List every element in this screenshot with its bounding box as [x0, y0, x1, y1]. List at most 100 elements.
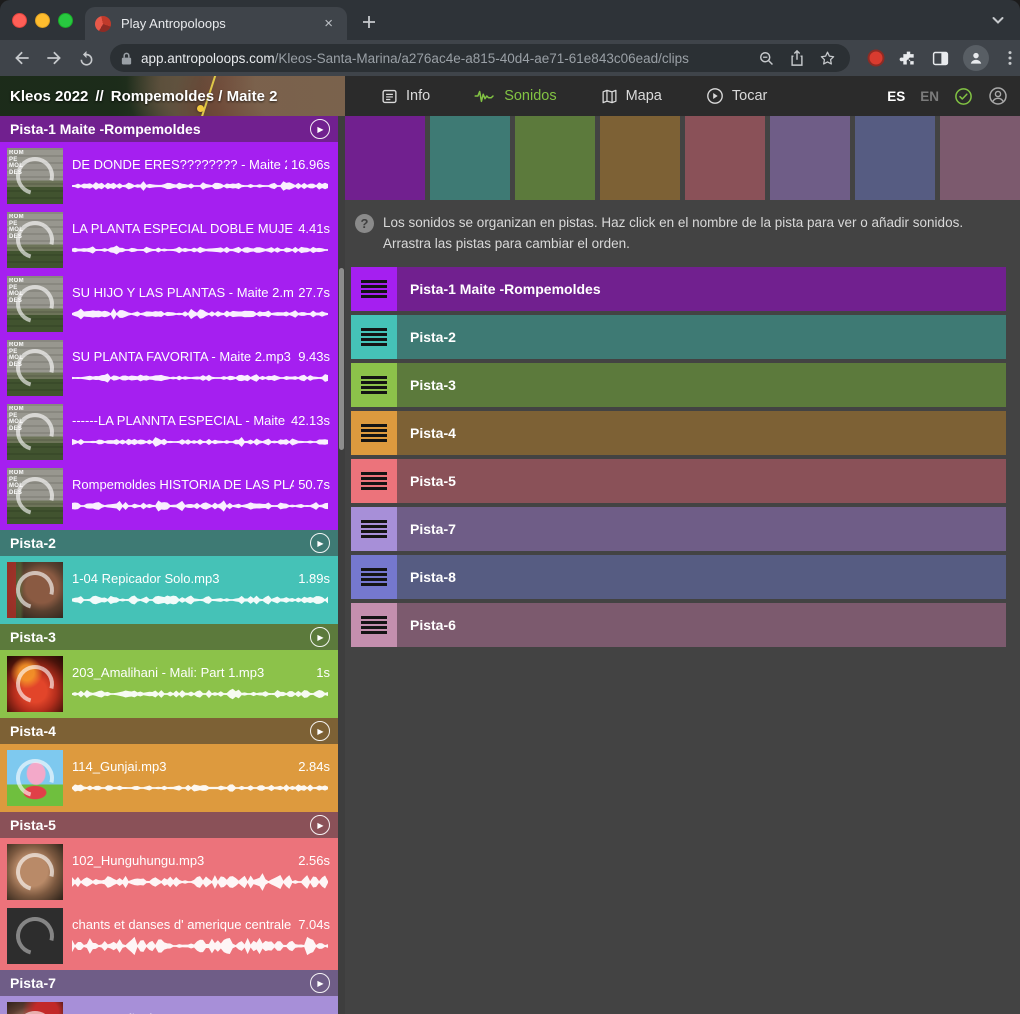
tab-info[interactable]: Info — [359, 76, 452, 116]
track-play-icon[interactable]: ▶ — [310, 973, 330, 993]
lang-en-button[interactable]: EN — [920, 89, 939, 104]
thumbnail-label: ROM PE MOL DES — [9, 470, 24, 496]
clip-item[interactable]: ROM PE MOL DES SU PLANTA FAVORITA - Mait… — [0, 336, 338, 400]
clip-item[interactable]: ROM PE MOL DES ------LA PLANNTA ESPECIAL… — [0, 400, 338, 464]
clip-item[interactable]: Las castañuelas3.13s — [0, 998, 338, 1014]
tab-tocar[interactable]: Tocar — [684, 76, 789, 116]
track-play-icon[interactable]: ▶ — [310, 627, 330, 647]
back-arrow-icon — [12, 48, 32, 68]
waveform — [72, 496, 330, 516]
help-icon[interactable]: ? — [355, 214, 374, 233]
track-header[interactable]: Pista-4 ▶ — [0, 718, 338, 744]
share-icon[interactable] — [789, 49, 805, 67]
check-circle-icon[interactable] — [954, 87, 973, 106]
clip-item[interactable]: chants et danses d' amerique centrale - … — [0, 904, 338, 968]
account-icon[interactable] — [988, 86, 1008, 106]
tab-sonidos[interactable]: Sonidos — [452, 76, 578, 116]
waveform — [72, 590, 330, 610]
bookmark-star-icon[interactable] — [819, 50, 836, 67]
forward-button[interactable] — [40, 44, 68, 72]
drag-handle[interactable] — [351, 267, 397, 311]
drag-handle-icon — [361, 472, 387, 490]
track-play-icon[interactable]: ▶ — [310, 533, 330, 553]
track-row-pista-3[interactable]: Pista-3 — [351, 363, 1006, 407]
drag-handle[interactable] — [351, 411, 397, 455]
clip-name: DE DONDE ERES???????? - Maite 2.mp3 — [72, 157, 287, 172]
breadcrumb-project[interactable]: Kleos 2022 — [10, 88, 88, 105]
tab-mapa[interactable]: Mapa — [579, 76, 684, 116]
window-controls — [0, 0, 85, 40]
minimize-window-button[interactable] — [35, 13, 50, 28]
track-row-label: Pista-6 — [397, 617, 456, 633]
clip-item[interactable]: ROM PE MOL DES Rompemoldes HISTORIA DE L… — [0, 464, 338, 528]
track-clips: ROM PE MOL DES DE DONDE ERES???????? - M… — [0, 142, 338, 530]
track-color-swatch — [430, 116, 510, 200]
url-text: app.antropoloops.com/Kleos-Santa-Marina/… — [141, 51, 750, 66]
tab-info-label: Info — [406, 88, 430, 104]
clip-name: Las castañuelas — [72, 1011, 294, 1014]
info-list-icon — [381, 88, 398, 105]
drag-handle[interactable] — [351, 363, 397, 407]
track-color-swatch — [685, 116, 765, 200]
drag-handle[interactable] — [351, 459, 397, 503]
map-icon — [601, 88, 618, 105]
track-play-icon[interactable]: ▶ — [310, 721, 330, 741]
sidebar-scrollbar[interactable] — [339, 268, 344, 450]
drag-handle-icon — [361, 568, 387, 586]
kebab-menu-icon[interactable] — [1002, 49, 1018, 67]
record-extension-icon[interactable] — [866, 48, 886, 68]
waveform — [72, 240, 330, 260]
track-header[interactable]: Pista-3 ▶ — [0, 624, 338, 650]
clip-item[interactable]: 114_Gunjai.mp32.84s — [0, 746, 338, 810]
track-row-pista-5[interactable]: Pista-5 — [351, 459, 1006, 503]
track-row-pista-4[interactable]: Pista-4 — [351, 411, 1006, 455]
browser-tab[interactable]: Play Antropoloops × — [85, 7, 347, 40]
clip-item[interactable]: ROM PE MOL DES DE DONDE ERES???????? - M… — [0, 144, 338, 208]
url-bar[interactable]: app.antropoloops.com/Kleos-Santa-Marina/… — [110, 44, 850, 72]
thumbnail-label: ROM PE MOL DES — [9, 406, 24, 432]
new-tab-button[interactable] — [355, 8, 383, 36]
clip-item[interactable]: 102_Hunguhungu.mp32.56s — [0, 840, 338, 904]
track-row-pista-6[interactable]: Pista-6 — [351, 603, 1006, 647]
clip-name: SU PLANTA FAVORITA - Maite 2.mp3 — [72, 349, 294, 364]
fullscreen-window-button[interactable] — [58, 13, 73, 28]
drag-handle[interactable] — [351, 555, 397, 599]
clip-item[interactable]: 1-04 Repicador Solo.mp31.89s — [0, 558, 338, 622]
track-play-icon[interactable]: ▶ — [310, 815, 330, 835]
tab-close-icon[interactable]: × — [320, 15, 337, 32]
map-pin-icon — [197, 105, 204, 112]
track-row-pista-7[interactable]: Pista-7 — [351, 507, 1006, 551]
lang-es-button[interactable]: ES — [887, 89, 905, 104]
tab-search-button[interactable] — [990, 12, 1006, 28]
track-play-icon[interactable]: ▶ — [310, 119, 330, 139]
drag-handle[interactable] — [351, 603, 397, 647]
breadcrumb[interactable]: Kleos 2022//Rompemoldes / Maite 2 — [0, 76, 345, 116]
track-row-pista-1[interactable]: Pista-1 Maite -Rompemoldes — [351, 267, 1006, 311]
track-header[interactable]: Pista-7 ▶ — [0, 970, 338, 996]
extensions-puzzle-icon[interactable] — [899, 49, 918, 68]
clip-item[interactable]: ROM PE MOL DES LA PLANTA ESPECIAL DOBLE … — [0, 208, 338, 272]
drag-handle[interactable] — [351, 507, 397, 551]
sidebar-track-pista-3: Pista-3 ▶ 203_Amalihani - Mali: Part 1.m… — [0, 624, 338, 718]
clip-item[interactable]: ROM PE MOL DES SU HIJO Y LAS PLANTAS - M… — [0, 272, 338, 336]
drag-handle[interactable] — [351, 315, 397, 359]
clip-duration: 50.7s — [298, 477, 330, 492]
waveform — [72, 872, 330, 892]
track-header[interactable]: Pista-1 Maite -Rompemoldes ▶ — [0, 116, 338, 142]
profile-avatar[interactable] — [963, 45, 989, 71]
clip-thumbnail: ROM PE MOL DES — [7, 340, 63, 396]
clip-item[interactable]: 203_Amalihani - Mali: Part 1.mp31s — [0, 652, 338, 716]
track-row-pista-2[interactable]: Pista-2 — [351, 315, 1006, 359]
track-header[interactable]: Pista-2 ▶ — [0, 530, 338, 556]
zoom-icon[interactable] — [758, 50, 775, 67]
reload-button[interactable] — [72, 44, 100, 72]
sidebar-track-pista-1: Pista-1 Maite -Rompemoldes ▶ ROM PE MOL … — [0, 116, 338, 530]
back-button[interactable] — [8, 44, 36, 72]
track-header[interactable]: Pista-5 ▶ — [0, 812, 338, 838]
side-panel-icon[interactable] — [931, 49, 950, 68]
clip-duration: 16.96s — [291, 157, 330, 172]
close-window-button[interactable] — [12, 13, 27, 28]
track-title: Pista-3 — [10, 629, 310, 645]
breadcrumb-page[interactable]: Rompemoldes / Maite 2 — [111, 88, 278, 105]
track-row-pista-8[interactable]: Pista-8 — [351, 555, 1006, 599]
